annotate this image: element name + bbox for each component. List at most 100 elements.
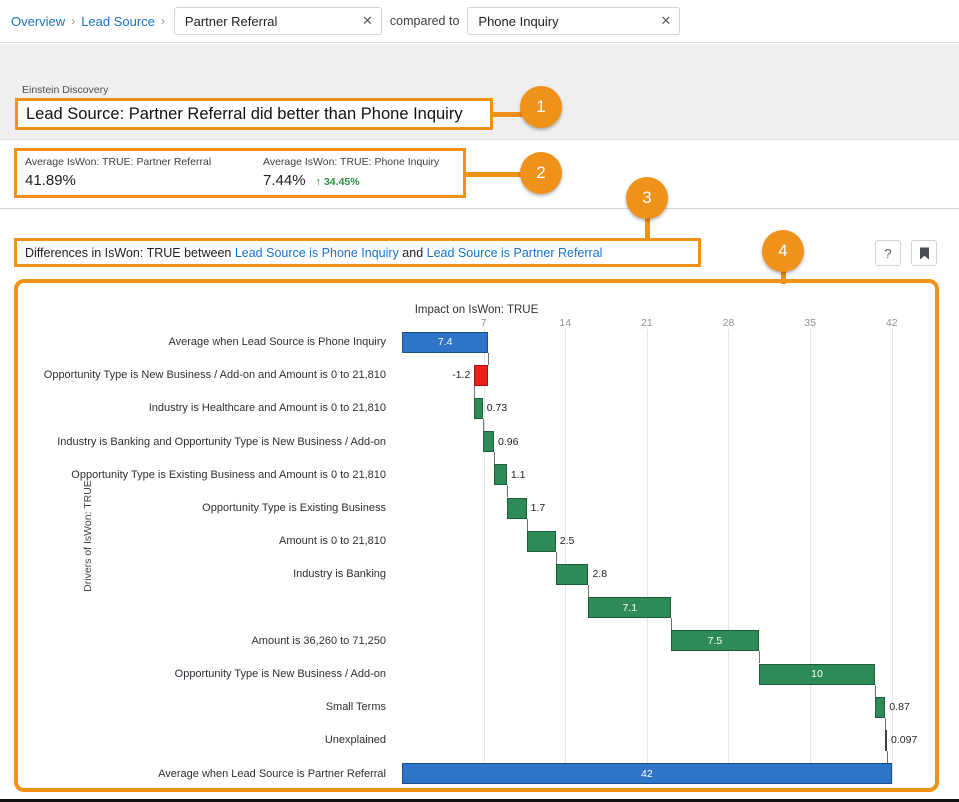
product-name-label: Einstein Discovery: [22, 84, 109, 96]
waterfall-connector: [885, 717, 887, 730]
chart-gridline: [810, 329, 812, 784]
x-axis-tick: 14: [559, 317, 572, 329]
metric-value: 41.89%: [25, 172, 76, 189]
waterfall-connector: [493, 452, 495, 465]
x-axis-tick: 35: [804, 317, 816, 329]
arrow-up-icon: ↑: [315, 176, 322, 188]
differences-title: Differences in IsWon: TRUE between Lead …: [25, 246, 602, 260]
chart-row-label: Industry is Healthcare and Amount is 0 t…: [148, 402, 386, 415]
chart-row-label: Opportunity Type is Existing Business an…: [71, 468, 386, 481]
chart-row-label: Industry is Banking: [293, 568, 386, 581]
chart-row-label: Amount is 0 to 21,810: [278, 535, 386, 548]
x-axis-tick: 42: [885, 317, 898, 329]
einstein-discovery-app: Overview › Lead Source › Partner Referra…: [0, 0, 959, 802]
chart-bar-value: 0.87: [889, 701, 910, 714]
chart-bar-value: -1.2: [452, 369, 471, 382]
chart-gridline: [565, 329, 567, 784]
waterfall-connector: [506, 485, 508, 498]
help-button[interactable]: ?: [875, 240, 901, 266]
bookmark-button[interactable]: [911, 240, 937, 266]
metric-value: 7.44%: [263, 172, 306, 189]
chart-gridline: [483, 329, 485, 784]
x-axis-tick: 7: [480, 317, 487, 329]
chart-bar-value: 0.097: [891, 734, 918, 747]
metric-caption: Average IsWon: TRUE: Phone Inquiry: [263, 156, 440, 168]
chart-bar[interactable]: [555, 563, 589, 585]
chart-bar[interactable]: [526, 530, 556, 552]
callout-badge-1: 1: [520, 86, 562, 128]
chart-bar-value: 1.7: [530, 502, 546, 514]
metric-delta-value: 34.45%: [323, 176, 360, 188]
chart-bar-value: 10: [811, 668, 823, 680]
metric-delta: ↑ 34.45%: [316, 176, 360, 188]
chart-bar-value: 42: [641, 767, 653, 780]
secondary-filter-value: Phone Inquiry: [478, 13, 559, 29]
close-icon[interactable]: ✕: [661, 13, 672, 29]
bookmark-icon: [919, 247, 929, 259]
breadcrumb-bar: Overview › Lead Source › Partner Referra…: [0, 0, 959, 43]
close-icon[interactable]: ✕: [362, 13, 373, 29]
link-phone-inquiry[interactable]: Lead Source is Phone Inquiry: [235, 246, 399, 260]
waterfall-connector: [886, 750, 888, 764]
chart-bar[interactable]: [474, 397, 483, 419]
chart-bar-value: 7.4: [437, 336, 453, 348]
chart-row-label: Industry is Banking and Opportunity Type…: [57, 435, 386, 448]
chart-inner: Impact on IsWon: TRUE Drivers of IsWon: …: [18, 283, 935, 788]
secondary-filter-pill[interactable]: Phone Inquiry ✕: [467, 7, 681, 35]
waterfall-connector: [875, 684, 877, 697]
chart-bar-value: 7.5: [707, 634, 723, 647]
chart-bar-value: 1.1: [510, 468, 526, 481]
chart-row-label: Average when Lead Source is Partner Refe…: [158, 767, 386, 780]
link-partner-referral[interactable]: Lead Source is Partner Referral: [427, 246, 603, 260]
chart-gridline: [646, 329, 648, 784]
chart-bar[interactable]: [875, 696, 886, 718]
metrics-container: Average IsWon: TRUE: Partner Referral 41…: [14, 148, 466, 198]
callout-badge-3: 3: [626, 177, 668, 219]
chart-bar-value: 2.5: [559, 535, 575, 548]
x-axis-tick: 28: [722, 317, 735, 329]
callout-badge-4: 4: [762, 230, 804, 272]
chart-bar-value: 2.8: [592, 568, 608, 581]
chart-bar[interactable]: [506, 497, 527, 519]
crumb-overview[interactable]: Overview: [8, 14, 68, 29]
chart-row-label: Opportunity Type is New Business / Add-o…: [174, 668, 386, 680]
waterfall-connector: [474, 385, 476, 398]
waterfall-chart-panel: Impact on IsWon: TRUE Drivers of IsWon: …: [14, 279, 939, 792]
chart-gridline: [891, 329, 893, 784]
differences-title-container: Differences in IsWon: TRUE between Lead …: [14, 238, 701, 267]
chart-row-label: Opportunity Type is New Business / Add-o…: [43, 369, 386, 382]
chart-bar[interactable]: [885, 729, 888, 751]
headline-container: Lead Source: Partner Referral did better…: [15, 98, 493, 130]
metric-partner-referral: Average IsWon: TRUE: Partner Referral 41…: [25, 156, 263, 189]
chart-bar-value: 0.96: [497, 435, 519, 448]
waterfall-connector: [588, 584, 590, 598]
chart-plot-area: 7 14 21 28 35 42 7.4 Average when Lead Source i…: [18, 283, 935, 788]
waterfall-connector: [482, 418, 484, 432]
chart-row-label: Opportunity Type is Existing Business: [202, 502, 386, 514]
breadcrumb-separator-2: ›: [160, 14, 165, 28]
primary-filter-value: Partner Referral: [184, 13, 278, 29]
chart-bar[interactable]: [474, 364, 489, 386]
metric-caption: Average IsWon: TRUE: Partner Referral: [25, 156, 212, 168]
chart-bar[interactable]: [493, 464, 507, 486]
x-axis-tick: 21: [641, 317, 653, 329]
chart-bar[interactable]: [482, 431, 494, 453]
callout-leader-2: [466, 172, 524, 177]
differences-prefix: Differences in IsWon: TRUE between: [25, 245, 235, 260]
callout-badge-2: 2: [520, 152, 562, 194]
waterfall-connector: [555, 551, 557, 564]
page-title: Lead Source: Partner Referral did better…: [26, 104, 463, 123]
compared-to-label: compared to: [389, 14, 460, 28]
crumb-lead-source[interactable]: Lead Source: [78, 14, 158, 29]
waterfall-connector: [758, 651, 760, 664]
differences-middle: and: [398, 245, 427, 260]
waterfall-connector: [526, 518, 528, 531]
chart-row-label: Unexplained: [324, 734, 386, 747]
chart-gridline: [728, 329, 730, 784]
primary-filter-pill[interactable]: Partner Referral ✕: [173, 7, 382, 35]
chart-row-label: Small Terms: [325, 701, 386, 714]
chart-row-label: Average when Lead Source is Phone Inquir…: [168, 336, 387, 348]
chart-bar-value: 7.1: [622, 601, 638, 614]
chart-bar-value: 0.73: [486, 402, 508, 415]
breadcrumb-separator-1: ›: [71, 14, 76, 28]
